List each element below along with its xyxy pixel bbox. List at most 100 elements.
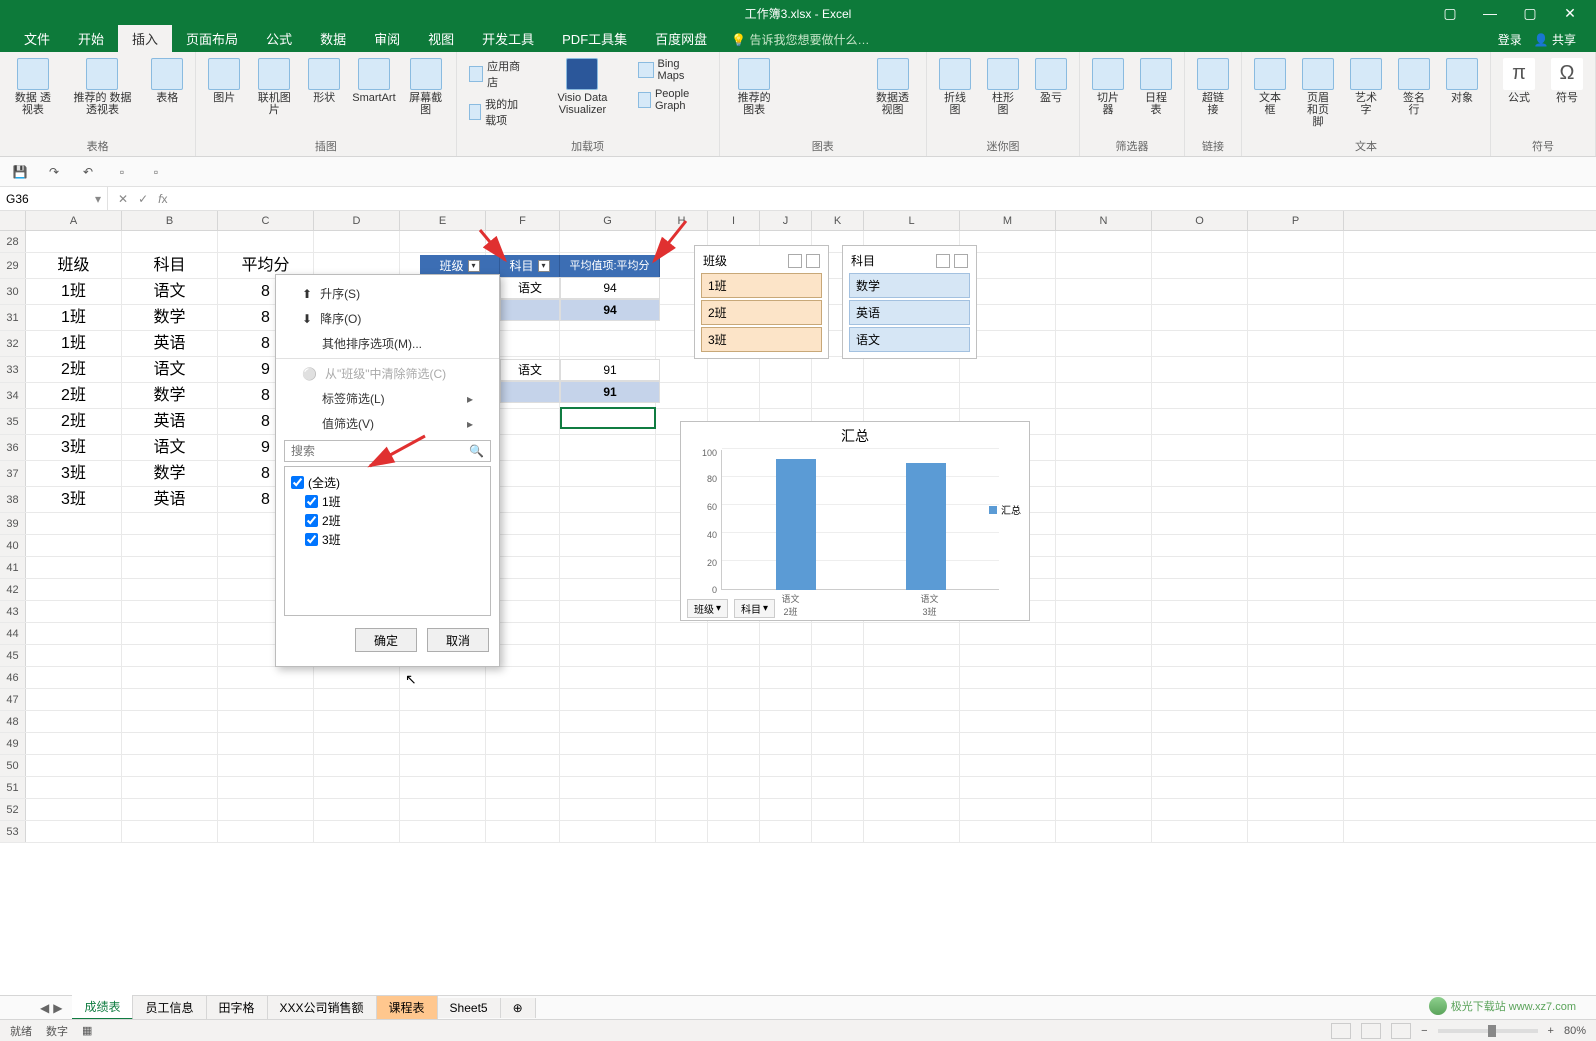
cell[interactable] [314, 231, 400, 252]
people-graph-button[interactable]: People Graph [634, 86, 710, 114]
cell[interactable] [486, 777, 560, 798]
cell[interactable] [314, 777, 400, 798]
my-addins-button[interactable]: 我的加载项 [465, 94, 531, 130]
cell[interactable]: 2班 [26, 357, 122, 382]
cell[interactable] [122, 535, 218, 556]
cell[interactable] [1248, 231, 1344, 252]
cell[interactable] [864, 689, 960, 710]
cell[interactable] [560, 799, 656, 820]
wordart-button[interactable]: 艺术字 [1346, 56, 1386, 118]
cell[interactable]: 2班 [26, 383, 122, 408]
cell[interactable] [1248, 357, 1344, 382]
cell[interactable] [1248, 821, 1344, 842]
cell[interactable] [812, 667, 864, 688]
cell[interactable] [1248, 253, 1344, 278]
cell[interactable] [1248, 461, 1344, 486]
tell-me[interactable]: 💡 告诉我您想要做什么… [721, 27, 879, 52]
enter-formula-icon[interactable]: ✓ [138, 192, 148, 206]
name-box[interactable]: ▾ [0, 187, 108, 210]
cell[interactable] [960, 623, 1056, 644]
cell[interactable] [1248, 383, 1344, 408]
cell[interactable] [760, 383, 812, 408]
cell[interactable] [400, 755, 486, 776]
row-header[interactable]: 40 [0, 535, 26, 556]
cell[interactable] [400, 733, 486, 754]
cell[interactable] [1056, 461, 1152, 486]
cell[interactable] [314, 799, 400, 820]
cell[interactable] [26, 231, 122, 252]
cell[interactable] [1056, 689, 1152, 710]
pivot-chart[interactable]: 汇总 0 20 40 60 80 100 语文2班 语文3班 汇总 班级 ▾ [680, 421, 1030, 621]
cell[interactable] [1248, 733, 1344, 754]
cell[interactable] [1152, 487, 1248, 512]
cell[interactable] [1248, 579, 1344, 600]
col-header[interactable]: M [960, 211, 1056, 230]
cell[interactable] [1248, 435, 1344, 460]
cell[interactable] [1248, 645, 1344, 666]
cell[interactable]: 1班 [26, 331, 122, 356]
redo-icon[interactable]: ↷ [44, 162, 64, 182]
cell[interactable] [708, 689, 760, 710]
cell[interactable] [560, 487, 656, 512]
cell[interactable] [26, 821, 122, 842]
multiselect-icon[interactable] [936, 254, 950, 268]
cell[interactable] [314, 821, 400, 842]
sparkline-column-button[interactable]: 柱形图 [983, 56, 1023, 118]
slicer-item[interactable]: 英语 [849, 300, 970, 325]
value-filter-item[interactable]: 值筛选(V)▸ [276, 411, 499, 436]
slicer-item[interactable]: 数学 [849, 273, 970, 298]
cell[interactable] [708, 755, 760, 776]
cell[interactable] [960, 799, 1056, 820]
row-header[interactable]: 50 [0, 755, 26, 776]
col-header[interactable]: I [708, 211, 760, 230]
cell[interactable] [1248, 331, 1344, 356]
cell[interactable] [1056, 711, 1152, 732]
cell[interactable] [400, 231, 486, 252]
cell[interactable] [760, 667, 812, 688]
cell[interactable] [760, 821, 812, 842]
cell[interactable]: 2班 [26, 409, 122, 434]
row-header[interactable]: 47 [0, 689, 26, 710]
cell[interactable] [1152, 253, 1248, 278]
cell[interactable] [314, 711, 400, 732]
sheet-tab[interactable]: Sheet5 [438, 998, 501, 1018]
equation-button[interactable]: π公式 [1499, 56, 1539, 106]
table-button[interactable]: 表格 [147, 56, 187, 106]
cell[interactable] [1056, 535, 1152, 556]
cell[interactable] [560, 557, 656, 578]
bing-maps-button[interactable]: Bing Maps [634, 56, 710, 84]
cell[interactable] [26, 733, 122, 754]
cell[interactable]: 数学 [122, 305, 218, 330]
hyperlink-button[interactable]: 超链接 [1193, 56, 1233, 118]
cell[interactable] [864, 755, 960, 776]
row-header[interactable]: 43 [0, 601, 26, 622]
cell[interactable] [760, 799, 812, 820]
cell[interactable] [1152, 513, 1248, 534]
row-header[interactable]: 29 [0, 253, 26, 278]
cell[interactable] [760, 357, 812, 382]
cell[interactable] [656, 777, 708, 798]
cell[interactable] [1248, 667, 1344, 688]
cell[interactable] [122, 557, 218, 578]
cell[interactable] [812, 821, 864, 842]
cell[interactable] [960, 383, 1056, 408]
cell[interactable] [656, 755, 708, 776]
qat-icon[interactable]: ▫ [146, 162, 166, 182]
cell[interactable] [122, 579, 218, 600]
col-header[interactable]: D [314, 211, 400, 230]
cell[interactable]: 英语 [122, 487, 218, 512]
cell[interactable] [812, 777, 864, 798]
cell[interactable]: 英语 [122, 331, 218, 356]
multiselect-icon[interactable] [788, 254, 802, 268]
cell[interactable] [560, 513, 656, 534]
cell[interactable]: 3班 [26, 435, 122, 460]
cell[interactable]: 科目 [122, 253, 218, 278]
smartart-button[interactable]: SmartArt [352, 56, 395, 106]
cell[interactable] [1152, 799, 1248, 820]
cell[interactable] [1152, 579, 1248, 600]
col-header[interactable]: E [400, 211, 486, 230]
col-header[interactable]: N [1056, 211, 1152, 230]
cell[interactable] [314, 755, 400, 776]
signature-button[interactable]: 签名行 [1394, 56, 1434, 118]
pivot-chart-button[interactable]: 数据透视图 [867, 56, 918, 118]
